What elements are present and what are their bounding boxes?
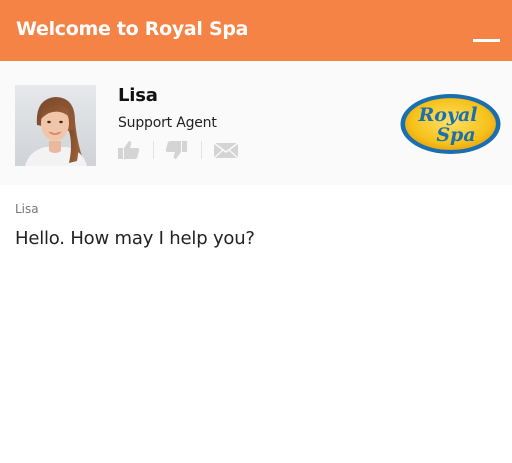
thumbs-down-icon: [165, 141, 187, 159]
minimize-icon: [473, 39, 500, 42]
thumbs-up-icon: [118, 141, 140, 159]
agent-role: Support Agent: [118, 115, 217, 131]
envelope-icon: [213, 142, 239, 159]
agent-panel: Lisa Support Agent Royal Spa: [0, 61, 512, 185]
chat-widget: Welcome to Royal Spa Lisa Support Agent …: [0, 0, 512, 463]
header-title: Welcome to Royal Spa: [16, 18, 249, 40]
agent-photo: [15, 85, 96, 166]
minimize-button[interactable]: [466, 22, 506, 48]
divider: [201, 141, 202, 159]
brand-logo-icon: Royal Spa: [400, 94, 501, 154]
email-button[interactable]: [213, 139, 239, 161]
chat-header: Welcome to Royal Spa: [0, 0, 512, 61]
agent-avatar: [15, 85, 96, 166]
logo-word-royal: Royal: [417, 104, 477, 126]
message-list: Lisa Hello. How may I help you?: [0, 185, 512, 463]
logo-word-spa: Spa: [436, 124, 475, 146]
message-sender: Lisa: [15, 202, 39, 216]
divider: [153, 141, 154, 159]
agent-name: Lisa: [118, 85, 158, 106]
thumbs-up-button[interactable]: [116, 139, 142, 161]
royal-spa-logo: Royal Spa: [398, 91, 503, 157]
thumbs-down-button[interactable]: [163, 139, 189, 161]
message-text: Hello. How may I help you?: [15, 228, 255, 249]
